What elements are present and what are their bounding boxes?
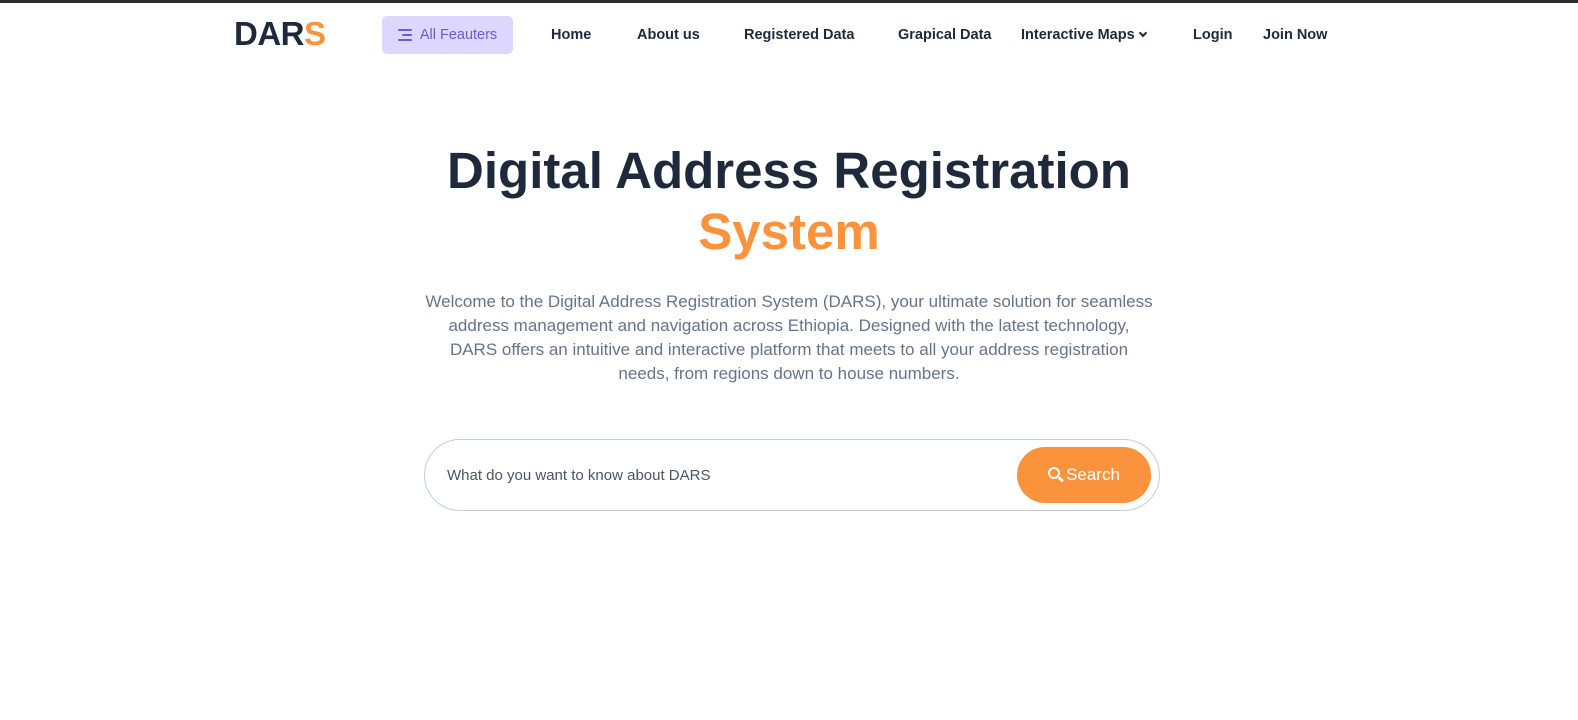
- menu-icon: [397, 29, 412, 41]
- hero-title-accent: System: [698, 203, 880, 260]
- all-features-button[interactable]: All Feauters: [382, 16, 513, 54]
- search-input[interactable]: [447, 456, 1007, 494]
- search-bar: Search: [424, 439, 1160, 511]
- nav-home[interactable]: Home: [551, 27, 591, 43]
- nav-join-now[interactable]: Join Now: [1263, 27, 1327, 43]
- logo-accent-text: S: [304, 15, 326, 52]
- all-features-label: All Feauters: [419, 27, 498, 43]
- nav-login[interactable]: Login: [1193, 27, 1232, 43]
- nav-interactive-maps[interactable]: Interactive Maps: [1021, 27, 1147, 43]
- hero-description: Welcome to the Digital Address Registrat…: [425, 292, 1153, 383]
- logo[interactable]: DARS: [234, 17, 326, 51]
- search-icon: [1048, 467, 1065, 483]
- hero-title: Digital Address Registration: [447, 142, 1131, 199]
- navbar: DARS All Feauters Home About us Register…: [0, 3, 1578, 65]
- nav-about-us[interactable]: About us: [637, 27, 700, 43]
- nav-interactive-maps-label: Interactive Maps: [1021, 27, 1135, 43]
- chevron-down-icon: [1138, 28, 1147, 38]
- logo-main-text: DAR: [234, 15, 305, 52]
- nav-graphical-data[interactable]: Grapical Data: [898, 27, 992, 43]
- nav-registered-data[interactable]: Registered Data: [744, 27, 854, 43]
- search-button[interactable]: Search: [1017, 447, 1151, 503]
- search-button-label: Search: [1066, 465, 1120, 484]
